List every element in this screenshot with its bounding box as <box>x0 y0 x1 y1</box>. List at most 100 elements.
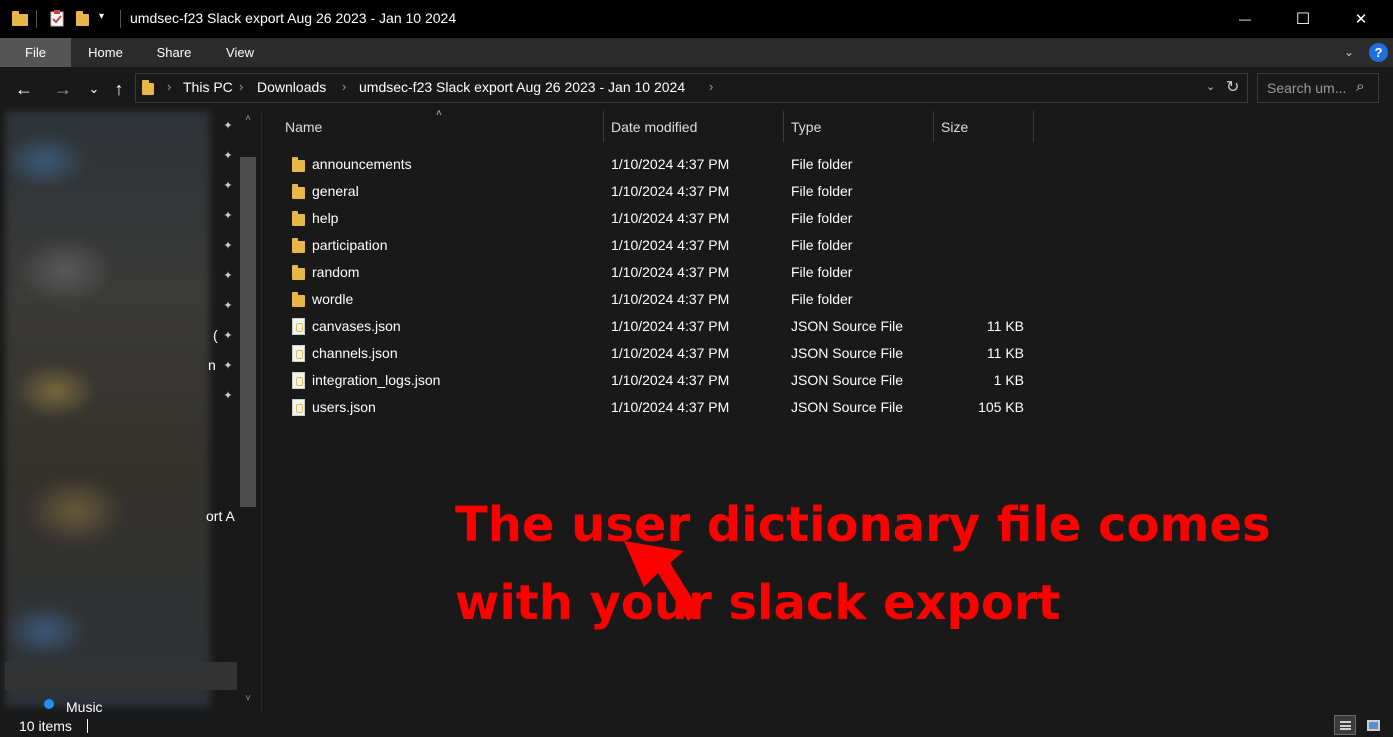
nav-item-fragment[interactable]: n <box>208 357 216 373</box>
column-divider[interactable] <box>1033 111 1034 142</box>
address-row: ← → ⌄ ↑ › This PC › Downloads › umdsec-f… <box>0 67 1393 111</box>
column-header-date-modified[interactable]: Date modified <box>611 119 697 135</box>
file-row[interactable]: users.json 1/10/2024 4:37 PM JSON Source F… <box>280 394 1040 421</box>
file-date-modified: 1/10/2024 4:37 PM <box>611 237 730 253</box>
up-button[interactable]: ↑ <box>107 77 131 101</box>
folder-icon <box>292 238 305 253</box>
large-icons-view-button[interactable] <box>1362 715 1384 735</box>
breadcrumb-separator[interactable]: › <box>342 79 346 94</box>
file-row[interactable]: canvases.json 1/10/2024 4:37 PM JSON Sourc… <box>280 313 1040 340</box>
file-row[interactable]: random 1/10/2024 4:37 PM File folder <box>280 259 1040 286</box>
pin-icon[interactable]: ✦ <box>221 179 235 193</box>
folder-icon <box>292 211 305 226</box>
pin-icon[interactable]: ✦ <box>221 389 235 403</box>
file-date-modified: 1/10/2024 4:37 PM <box>611 318 730 334</box>
file-date-modified: 1/10/2024 4:37 PM <box>611 264 730 280</box>
address-bar[interactable]: › This PC › Downloads › umdsec-f23 Slack… <box>135 73 1248 103</box>
breadcrumb-downloads[interactable]: Downloads <box>257 79 326 95</box>
file-name: general <box>312 183 359 199</box>
file-size: 1 KB <box>993 372 1024 388</box>
column-header-type[interactable]: Type <box>791 119 821 135</box>
file-name: wordle <box>312 291 354 307</box>
item-count: 10 items <box>19 718 72 734</box>
back-button[interactable]: ← <box>12 77 36 101</box>
file-type: File folder <box>791 210 853 226</box>
pin-icon[interactable]: ✦ <box>221 299 235 313</box>
folder-icon <box>292 157 305 172</box>
file-type: JSON Source File <box>791 399 904 415</box>
file-name: announcements <box>312 156 412 172</box>
pin-icon[interactable]: ✦ <box>221 329 235 343</box>
column-divider[interactable] <box>603 111 604 142</box>
expand-ribbon-icon[interactable]: ⌄ <box>1340 43 1358 61</box>
file-type: JSON Source File <box>791 345 904 361</box>
maximize-button[interactable]: ☐ <box>1280 0 1326 38</box>
file-row[interactable]: wordle 1/10/2024 4:37 PM File folder <box>280 286 1040 313</box>
file-name: users.json <box>312 399 376 415</box>
help-icon[interactable]: ? <box>1369 43 1388 62</box>
json-file-icon <box>292 372 305 389</box>
recent-locations-button[interactable]: ⌄ <box>82 77 106 101</box>
tab-file[interactable]: File <box>0 38 71 67</box>
pin-icon[interactable]: ✦ <box>221 149 235 163</box>
address-dropdown-icon[interactable]: ⌄ <box>1206 80 1215 93</box>
nav-item-fragment[interactable]: ( <box>213 327 218 343</box>
window-title: umdsec-f23 Slack export Aug 26 2023 - Ja… <box>130 10 457 26</box>
search-input[interactable]: Search um... ⌕ <box>1257 73 1379 103</box>
scroll-up-icon[interactable]: ˄ <box>240 113 256 127</box>
tab-view[interactable]: View <box>215 38 265 67</box>
search-icon[interactable]: ⌕ <box>1356 78 1364 95</box>
forward-button[interactable]: → <box>51 77 75 101</box>
nav-scroll-thumb[interactable] <box>240 157 256 507</box>
navigation-pane: ✦ ✦ ✦ ✦ ✦ ✦ ✦ ✦ ✦ ✦ ( n ort A ˄ ˅ Music <box>0 111 261 715</box>
column-header-size[interactable]: Size <box>941 119 968 135</box>
file-type: File folder <box>791 264 853 280</box>
pin-icon[interactable]: ✦ <box>221 269 235 283</box>
column-header-name[interactable]: Name <box>285 119 322 135</box>
pin-icon[interactable]: ✦ <box>221 239 235 253</box>
quick-access-dropdown-icon[interactable]: ▾ <box>99 11 113 28</box>
divider <box>87 719 88 733</box>
ribbon-tabs: File Home Share View ⌄ ? <box>0 38 1393 67</box>
new-folder-icon[interactable] <box>76 10 90 27</box>
file-size: 11 KB <box>986 318 1024 334</box>
pin-icon[interactable]: ✦ <box>221 359 235 373</box>
breadcrumb-separator[interactable]: › <box>239 79 243 94</box>
tab-home[interactable]: Home <box>78 38 133 67</box>
tab-share[interactable]: Share <box>148 38 200 67</box>
column-divider[interactable] <box>933 111 934 142</box>
details-view-button[interactable] <box>1334 715 1356 735</box>
file-row[interactable]: announcements 1/10/2024 4:37 PM File folde… <box>280 151 1040 178</box>
annotation-line-1: The user dictionary file comes <box>455 497 1271 553</box>
file-row[interactable]: help 1/10/2024 4:37 PM File folder <box>280 205 1040 232</box>
breadcrumb-current-folder[interactable]: umdsec-f23 Slack export Aug 26 2023 - Ja… <box>359 79 685 95</box>
file-size: 11 KB <box>986 345 1024 361</box>
search-placeholder: Search um... <box>1267 80 1347 96</box>
properties-icon[interactable] <box>50 10 64 27</box>
file-type: File folder <box>791 291 853 307</box>
file-row[interactable]: channels.json 1/10/2024 4:37 PM JSON Sourc… <box>280 340 1040 367</box>
file-date-modified: 1/10/2024 4:37 PM <box>611 345 730 361</box>
nav-selected-row[interactable] <box>5 662 237 690</box>
file-date-modified: 1/10/2024 4:37 PM <box>611 183 730 199</box>
breadcrumb-separator[interactable]: › <box>709 79 713 94</box>
music-icon <box>44 699 54 709</box>
file-name: integration_logs.json <box>312 372 441 388</box>
minimize-button[interactable]: — <box>1222 0 1268 38</box>
pin-icon[interactable]: ✦ <box>221 209 235 223</box>
folder-icon <box>12 10 28 27</box>
breadcrumb-separator[interactable]: › <box>167 79 171 94</box>
close-button[interactable]: ✕ <box>1338 0 1384 38</box>
nav-item-fragment[interactable]: ort A <box>206 508 235 524</box>
file-row[interactable]: general 1/10/2024 4:37 PM File folder <box>280 178 1040 205</box>
file-row[interactable]: participation 1/10/2024 4:37 PM File folde… <box>280 232 1040 259</box>
file-row[interactable]: integration_logs.json 1/10/2024 4:37 PM JS… <box>280 367 1040 394</box>
refresh-icon[interactable]: ↻ <box>1226 77 1239 97</box>
pin-icon[interactable]: ✦ <box>221 119 235 133</box>
annotation-line-2: with your slack export <box>455 575 1061 631</box>
breadcrumb-this-pc[interactable]: This PC <box>183 79 233 95</box>
scroll-down-icon[interactable]: ˅ <box>240 693 256 707</box>
large-icons-view-icon <box>1367 720 1380 731</box>
folder-icon <box>292 184 305 199</box>
column-divider[interactable] <box>783 111 784 142</box>
